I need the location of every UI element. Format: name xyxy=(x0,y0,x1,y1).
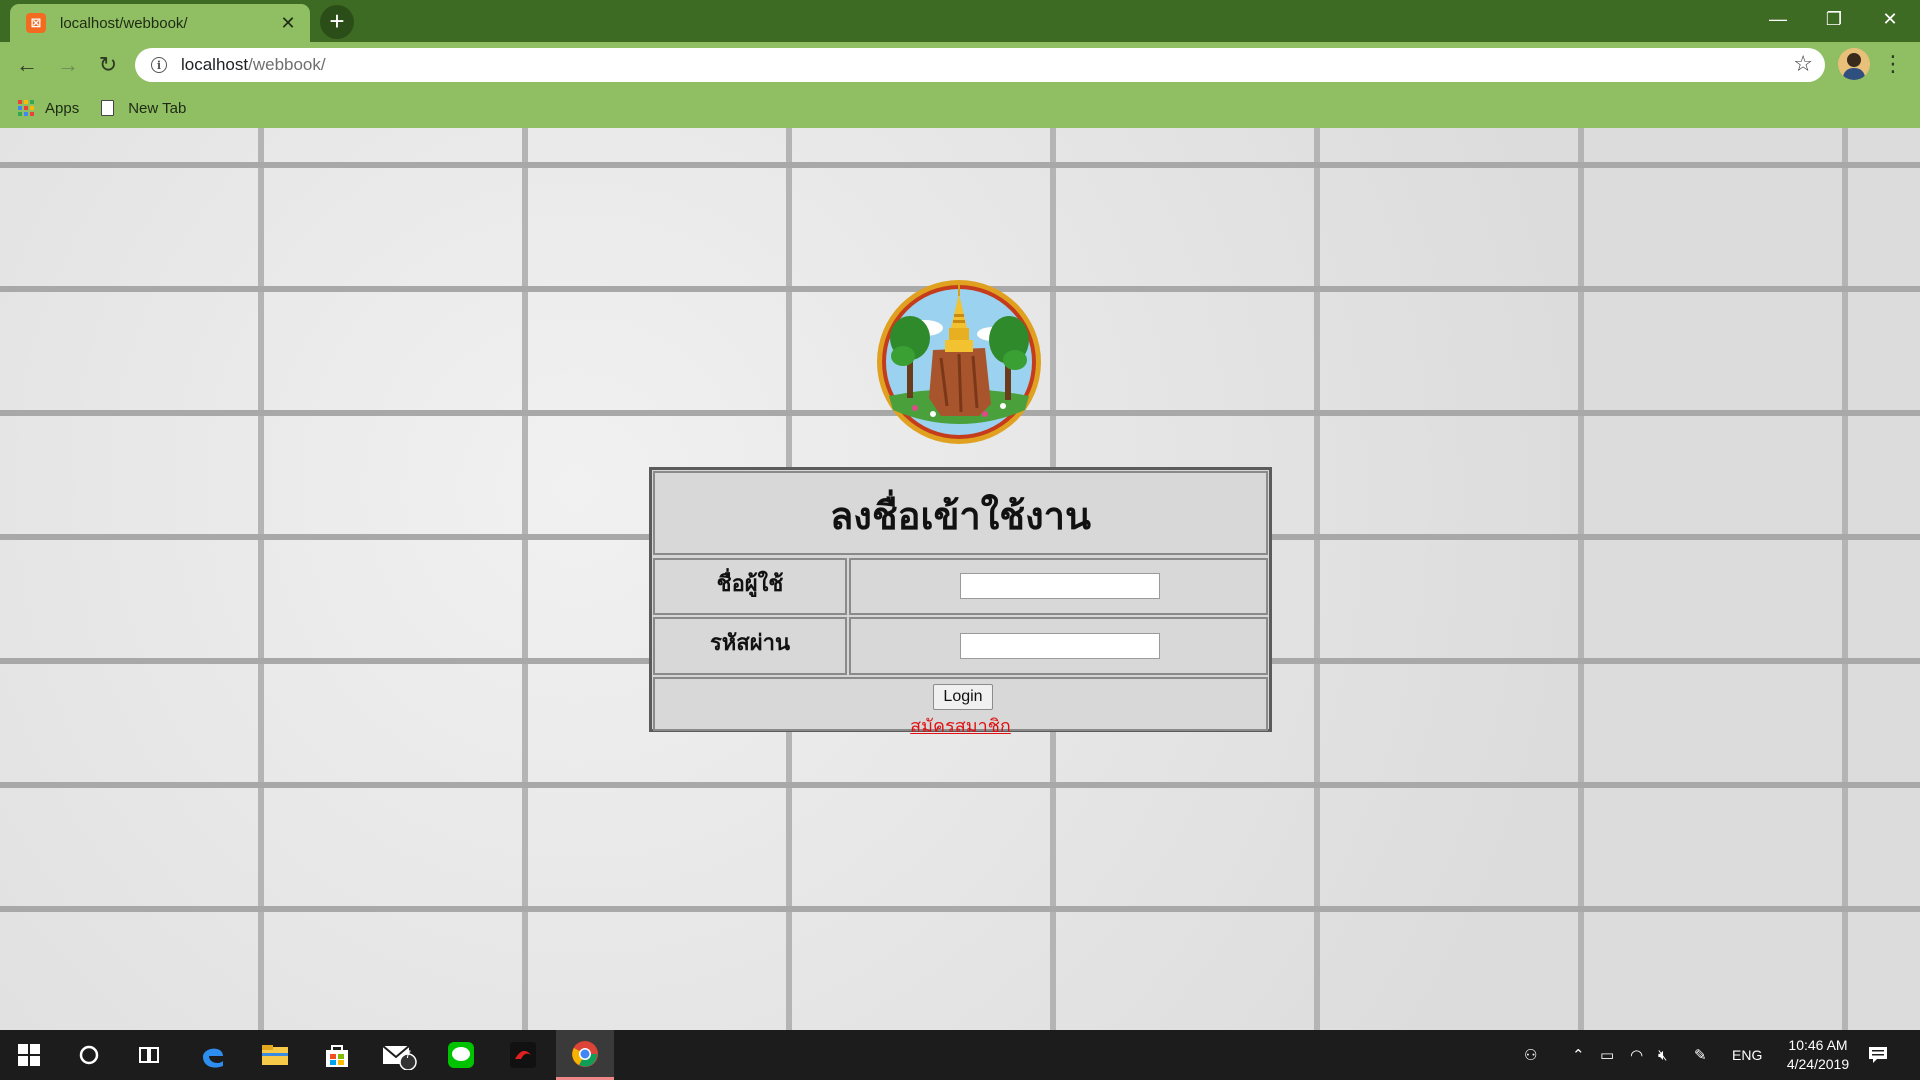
username-input-cell xyxy=(849,558,1268,615)
tab-close-icon[interactable]: ✕ xyxy=(278,13,298,34)
red-claw-app-icon xyxy=(510,1042,536,1068)
pen-ink-icon[interactable]: ✎ xyxy=(1694,1030,1707,1080)
taskbar: 7 ⚇ ⌃ ▭ ◠ 🔇︎ ✎ ENG 10:46 AM 4/24/2019 xyxy=(0,1030,1920,1080)
bookmark-new-tab-label: New Tab xyxy=(128,99,187,117)
show-hidden-icons-chevron-icon[interactable]: ⌃ xyxy=(1572,1030,1585,1080)
login-form: ลงชื่อเข้าใช้งาน ชื่อผู้ใช้ รหัสผ่าน Log… xyxy=(649,467,1272,737)
wifi-icon[interactable]: ◠ xyxy=(1630,1030,1643,1080)
login-button[interactable]: Login xyxy=(933,684,993,710)
browser-tab[interactable]: ⊠ localhost/webbook/ ✕ xyxy=(10,4,310,42)
password-label: รหัสผ่าน xyxy=(709,631,791,656)
taskbar-mail[interactable]: 7 xyxy=(370,1030,428,1080)
start-button[interactable] xyxy=(0,1030,58,1080)
windows-logo-icon xyxy=(18,1044,40,1066)
bookmarks-bar: Apps New Tab xyxy=(0,88,1920,128)
profile-avatar[interactable] xyxy=(1838,48,1870,80)
login-title-cell: ลงชื่อเข้าใช้งาน xyxy=(653,471,1268,555)
action-center-icon[interactable] xyxy=(1868,1030,1888,1080)
search-cortana-button[interactable] xyxy=(60,1030,118,1080)
xampp-favicon-icon: ⊠ xyxy=(26,13,46,33)
clock-date: 4/24/2019 xyxy=(1786,1056,1850,1072)
browser-toolbar: ← → ↻ i localhost/webbook/ ☆ ⋮ xyxy=(0,42,1920,88)
site-info-icon[interactable]: i xyxy=(151,57,167,73)
username-label-cell: ชื่อผู้ใช้ xyxy=(653,558,847,615)
page-background: ลงชื่อเข้าใช้งาน ชื่อผู้ใช้ รหัสผ่าน Log… xyxy=(0,128,1920,1030)
store-bag-icon xyxy=(326,1045,348,1067)
bookmark-apps[interactable]: Apps xyxy=(18,100,79,117)
taskbar-edge[interactable] xyxy=(184,1030,242,1080)
cortana-circle-icon xyxy=(79,1045,99,1065)
taskbar-red-app[interactable] xyxy=(494,1030,552,1080)
forward-button[interactable]: → xyxy=(52,49,84,81)
apps-grid-icon xyxy=(18,100,34,116)
register-link[interactable]: สมัครสมาชิก xyxy=(655,711,1266,740)
address-bar[interactable]: i localhost/webbook/ ☆ xyxy=(135,48,1825,82)
back-button[interactable]: ← xyxy=(11,49,43,81)
edge-browser-icon xyxy=(203,1048,223,1068)
task-view-icon xyxy=(139,1047,159,1063)
system-clock[interactable]: 10:46 AM 4/24/2019 xyxy=(1770,1036,1866,1074)
restore-button[interactable]: ❐ xyxy=(1806,0,1862,38)
input-language-indicator[interactable]: ENG xyxy=(1732,1030,1762,1080)
task-view-button[interactable] xyxy=(120,1030,178,1080)
tab-title: localhost/webbook/ xyxy=(60,14,188,32)
username-input[interactable] xyxy=(960,573,1160,599)
bookmark-new-tab[interactable]: New Tab xyxy=(101,100,186,117)
volume-muted-icon[interactable]: 🔇︎ xyxy=(1658,1030,1667,1080)
chrome-browser-icon xyxy=(572,1040,598,1067)
bookmark-star-icon[interactable]: ☆ xyxy=(1793,51,1813,77)
browser-menu-icon[interactable]: ⋮ xyxy=(1882,51,1904,77)
username-label: ชื่อผู้ใช้ xyxy=(716,572,784,597)
minimize-button[interactable]: — xyxy=(1750,0,1806,38)
url-path: /webbook/ xyxy=(248,55,326,74)
mail-badge-count: 7 xyxy=(405,1049,412,1061)
password-input-cell xyxy=(849,617,1268,675)
new-tab-button[interactable]: + xyxy=(320,5,354,39)
close-window-button[interactable]: ✕ xyxy=(1862,0,1918,38)
page-icon xyxy=(101,100,115,116)
mail-envelope-icon xyxy=(382,1045,417,1070)
url-host: localhost xyxy=(181,55,249,74)
taskbar-line[interactable] xyxy=(432,1030,490,1080)
login-actions-cell: Login สมัครสมาชิก xyxy=(653,677,1268,737)
taskbar-file-explorer[interactable] xyxy=(246,1030,304,1080)
people-icon[interactable]: ⚇ xyxy=(1524,1030,1537,1080)
login-title: ลงชื่อเข้าใช้งาน xyxy=(830,494,1091,538)
password-label-cell: รหัสผ่าน xyxy=(653,617,847,675)
address-url[interactable]: localhost/webbook/ xyxy=(181,55,326,75)
file-explorer-icon xyxy=(262,1045,288,1065)
battery-icon[interactable]: ▭ xyxy=(1600,1030,1614,1080)
organization-seal-logo xyxy=(877,280,1041,444)
notification-speech-bubble-icon xyxy=(1869,1047,1887,1063)
clock-time: 10:46 AM xyxy=(1788,1037,1848,1053)
reload-button[interactable]: ↻ xyxy=(92,49,124,81)
line-app-icon xyxy=(448,1042,474,1068)
taskbar-chrome[interactable] xyxy=(556,1030,614,1080)
browser-titlebar: ⊠ localhost/webbook/ ✕ + — ❐ ✕ xyxy=(0,0,1920,42)
taskbar-store[interactable] xyxy=(308,1030,366,1080)
password-input[interactable] xyxy=(960,633,1160,659)
bookmark-apps-label: Apps xyxy=(45,99,80,117)
